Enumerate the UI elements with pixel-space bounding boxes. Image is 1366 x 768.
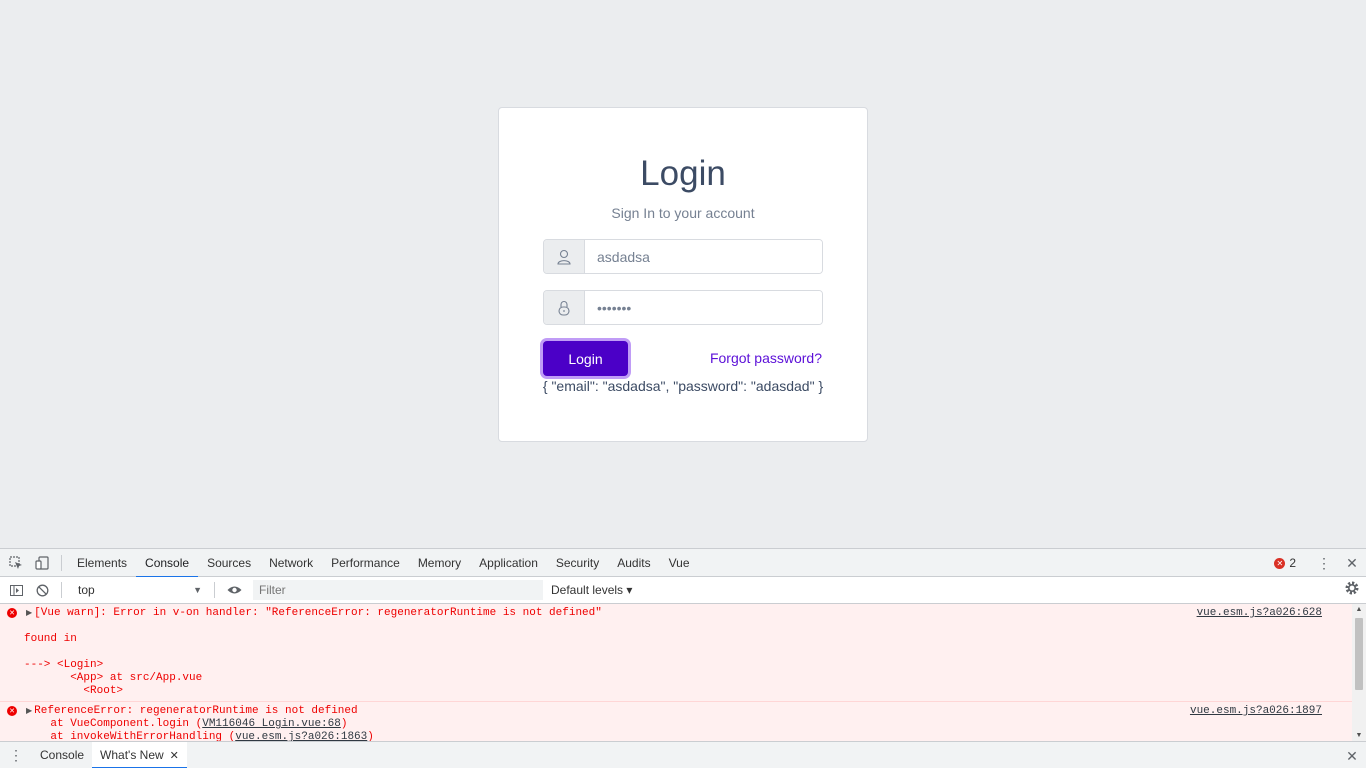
eye-icon[interactable] (221, 576, 247, 604)
user-icon (544, 240, 585, 273)
message-text: ReferenceError: regeneratorRuntime is no… (34, 705, 358, 717)
tab-audits[interactable]: Audits (608, 549, 659, 577)
message-line: <App> at src/App.vue (24, 672, 203, 684)
page-title: Login (640, 154, 726, 193)
tab-security[interactable]: Security (547, 549, 608, 577)
login-card: Login Sign In to your account Login Forg… (498, 107, 868, 442)
tab-performance[interactable]: Performance (322, 549, 409, 577)
tab-memory[interactable]: Memory (409, 549, 470, 577)
close-drawer-icon[interactable]: ✕ (1338, 742, 1366, 768)
more-options-icon[interactable]: ⋮ (1310, 549, 1338, 577)
devtools-drawer: ⋮ Console What's New ✕ ✕ (0, 741, 1366, 768)
drawer-menu-icon[interactable]: ⋮ (0, 741, 32, 768)
expand-arrow-icon[interactable]: ▶ (26, 707, 32, 716)
message-line: ▶ [Vue warn]: Error in v-on handler: "Ref… (0, 607, 1352, 620)
devtools-panel: Elements Console Sources Network Perform… (0, 548, 1366, 768)
error-count: 2 (1289, 556, 1296, 570)
console-messages: ✕ ▶ [Vue warn]: Error in v-on handler: "R… (0, 604, 1352, 742)
devtools-tabbar-right: ✕ 2 ⋮ ✕ (1274, 549, 1366, 577)
message-source-link[interactable]: vue.esm.js?a026:628 (1197, 607, 1322, 619)
error-icon: ✕ (7, 608, 17, 618)
password-input[interactable] (585, 291, 822, 324)
drawer-tab-console[interactable]: Console (32, 742, 92, 768)
username-group (543, 239, 823, 274)
tab-console[interactable]: Console (136, 549, 199, 578)
app-page: Login Sign In to your account Login Forg… (0, 0, 1366, 548)
forgot-password-link[interactable]: Forgot password? (710, 350, 822, 366)
lock-icon (544, 291, 585, 324)
devtools-tabbar: Elements Console Sources Network Perform… (0, 549, 1366, 578)
toolbar-divider (61, 582, 62, 598)
console-error-message[interactable]: ✕ ▶ ReferenceError: regeneratorRuntime is… (0, 702, 1352, 742)
username-input[interactable] (585, 240, 822, 273)
message-line (0, 646, 1352, 659)
context-value: top (78, 583, 95, 597)
drawer-tab-whats-new[interactable]: What's New ✕ (92, 741, 187, 768)
console-scrollbar[interactable]: ▲ ▼ (1352, 604, 1366, 742)
clear-console-icon[interactable] (29, 576, 55, 604)
filter-input[interactable] (253, 580, 543, 600)
page-subtitle: Sign In to your account (611, 205, 755, 221)
expand-arrow-icon[interactable]: ▶ (26, 609, 32, 618)
drawer-tab-label: What's New (100, 747, 164, 762)
show-sidebar-icon[interactable] (3, 576, 29, 604)
tab-sources[interactable]: Sources (198, 549, 260, 577)
error-icon: ✕ (1274, 557, 1286, 569)
console-toolbar: top ▼ Default levels ▾ (0, 577, 1366, 604)
message-text: [Vue warn]: Error in v-on handler: "Refe… (34, 607, 602, 619)
toolbar-divider (61, 554, 62, 571)
inspect-element-icon[interactable] (3, 549, 29, 577)
tab-elements[interactable]: Elements (68, 549, 136, 577)
scroll-up-icon[interactable]: ▲ (1352, 604, 1366, 616)
message-text: ) (340, 718, 348, 730)
login-button[interactable]: Login (543, 341, 628, 376)
debug-output: { "email": "asdadsa", "password": "adasd… (542, 378, 824, 394)
default-levels-dropdown[interactable]: Default levels ▾ (551, 583, 632, 597)
message-source-link[interactable]: vue.esm.js?a026:1897 (1190, 705, 1322, 717)
gear-icon[interactable] (1344, 580, 1360, 601)
console-error-message[interactable]: ✕ ▶ [Vue warn]: Error in v-on handler: "R… (0, 604, 1352, 702)
message-line: at VueComponent.login (VM116046 Login.vu… (0, 718, 1352, 731)
message-line: ▶ ReferenceError: regeneratorRuntime is n… (0, 705, 1352, 718)
context-select[interactable]: top ▼ (68, 580, 208, 600)
message-line: found in (24, 633, 77, 645)
close-tab-icon[interactable]: ✕ (170, 750, 179, 762)
error-icon: ✕ (7, 706, 17, 716)
dropdown-arrow-icon: ▼ (193, 585, 202, 595)
message-line: <Root> (24, 685, 124, 697)
error-counter[interactable]: ✕ 2 (1274, 556, 1296, 570)
tab-network[interactable]: Network (260, 549, 322, 577)
close-devtools-icon[interactable]: ✕ (1338, 549, 1366, 577)
toolbar-divider (214, 582, 215, 598)
scroll-thumb[interactable] (1355, 618, 1363, 690)
stack-link[interactable]: VM116046 Login.vue:68 (202, 718, 341, 730)
tab-application[interactable]: Application (470, 549, 547, 577)
message-text: at VueComponent.login ( (24, 718, 203, 730)
message-line: ---> <Login> (24, 659, 104, 671)
password-group (543, 290, 823, 325)
device-toolbar-icon[interactable] (29, 549, 55, 577)
message-line (0, 620, 1352, 633)
tab-vue[interactable]: Vue (660, 549, 699, 577)
